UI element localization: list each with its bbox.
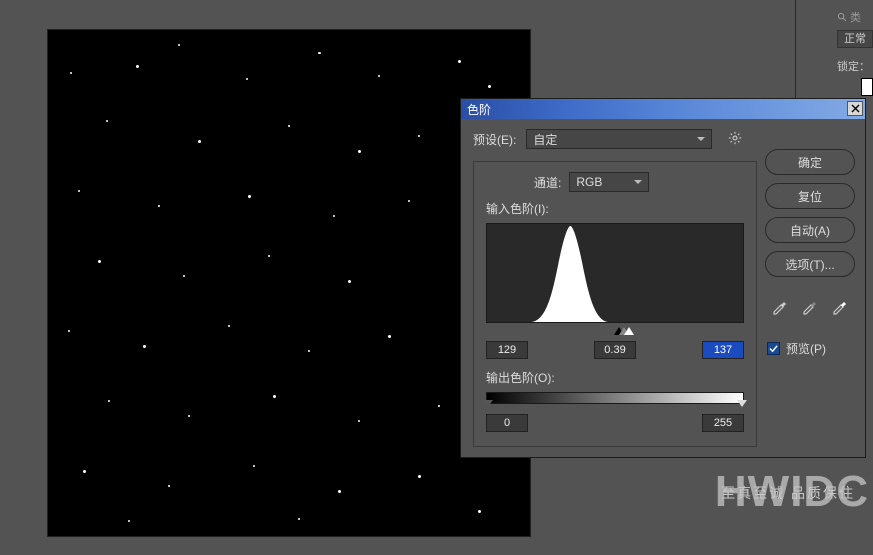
channel-label: 通道: xyxy=(534,174,561,191)
input-white-slider[interactable] xyxy=(624,322,634,335)
input-slider-track[interactable] xyxy=(486,323,744,335)
preset-menu-button[interactable] xyxy=(728,131,742,148)
search-icon xyxy=(837,12,848,23)
eyedropper-icon xyxy=(801,297,819,315)
output-levels-label: 输出色阶(O): xyxy=(486,369,744,386)
input-gamma-field[interactable]: 0.39 xyxy=(594,341,636,359)
dialog-title: 色阶 xyxy=(467,101,491,118)
preview-checkbox[interactable] xyxy=(767,342,780,355)
output-black-field[interactable]: 0 xyxy=(486,414,528,432)
gear-icon xyxy=(728,131,742,145)
eyedropper-gray-button[interactable] xyxy=(801,297,819,318)
reset-button[interactable]: 复位 xyxy=(765,183,855,209)
close-button[interactable] xyxy=(847,101,863,116)
eyedropper-icon xyxy=(771,297,789,315)
preset-select[interactable]: 自定 xyxy=(526,129,712,149)
eyedropper-white-button[interactable] xyxy=(831,297,849,318)
output-white-slider[interactable] xyxy=(737,400,747,412)
histogram-curve xyxy=(487,224,743,322)
layer-thumbnail[interactable] xyxy=(861,78,873,96)
output-gradient[interactable] xyxy=(486,392,744,404)
watermark-tagline: 至真至诚 品质保住 xyxy=(721,483,855,503)
preview-label: 预览(P) xyxy=(786,340,826,357)
output-white-field[interactable]: 255 xyxy=(702,414,744,432)
input-white-field[interactable]: 137 xyxy=(702,341,744,359)
auto-button[interactable]: 自动(A) xyxy=(765,217,855,243)
blend-mode-select[interactable]: 正常 xyxy=(837,30,873,48)
document-canvas[interactable] xyxy=(48,30,530,536)
panel-search[interactable]: 类 xyxy=(837,8,873,26)
input-levels-label: 输入色阶(I): xyxy=(486,200,744,217)
layers-panel-strip: 类 正常 锁定： xyxy=(795,0,873,100)
options-button[interactable]: 选项(T)... xyxy=(765,251,855,277)
levels-dialog: 色阶 预设(E): 自定 通道: RGB 输入色阶(I): xyxy=(460,98,866,458)
preset-value: 自定 xyxy=(533,131,557,148)
ok-button[interactable]: 确定 xyxy=(765,149,855,175)
lock-label: 锁定： xyxy=(837,58,873,72)
levels-inset-panel: 通道: RGB 输入色阶(I): 129 0.39 137 xyxy=(473,161,757,447)
channel-select[interactable]: RGB xyxy=(569,172,649,192)
close-icon xyxy=(851,104,860,113)
output-black-slider[interactable] xyxy=(483,400,493,412)
check-icon xyxy=(769,344,778,353)
dialog-titlebar[interactable]: 色阶 xyxy=(461,99,865,119)
eyedropper-black-button[interactable] xyxy=(771,297,789,318)
dialog-side-buttons: 确定 复位 自动(A) 选项(T)... 预览(P) xyxy=(765,149,855,357)
eyedropper-icon xyxy=(831,297,849,315)
histogram[interactable] xyxy=(486,223,744,323)
channel-value: RGB xyxy=(576,175,602,189)
input-black-field[interactable]: 129 xyxy=(486,341,528,359)
preset-label: 预设(E): xyxy=(473,131,516,148)
panel-search-placeholder: 类 xyxy=(850,9,861,25)
